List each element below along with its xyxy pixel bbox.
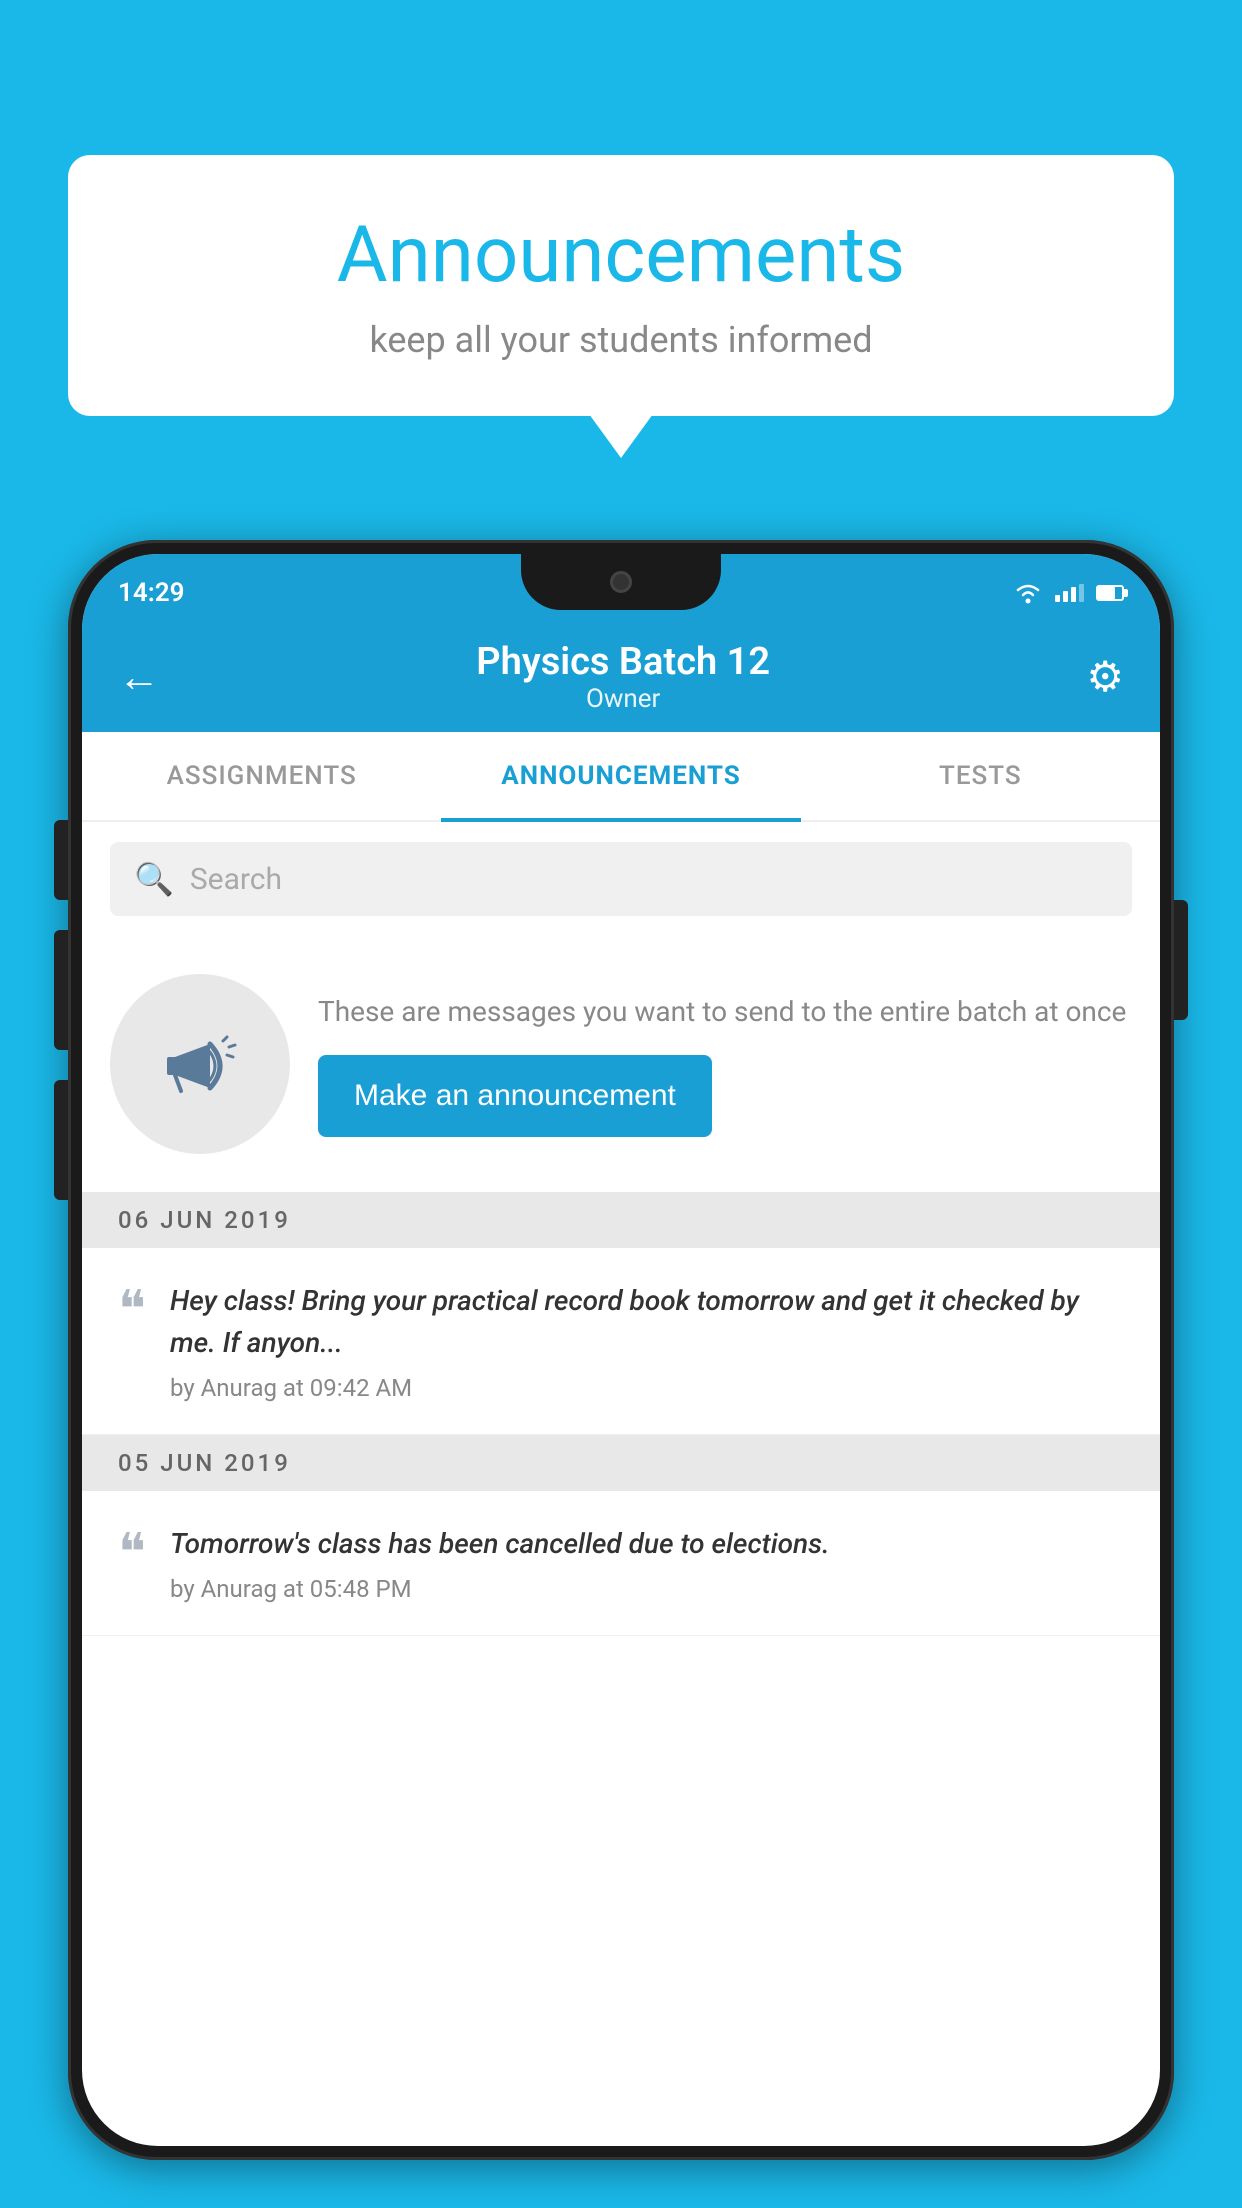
announcement-content-2: Tomorrow's class has been cancelled due …: [170, 1523, 1124, 1603]
promo-right: These are messages you want to send to t…: [318, 991, 1132, 1137]
search-placeholder: Search: [190, 862, 282, 897]
tab-assignments[interactable]: ASSIGNMENTS: [82, 732, 441, 820]
volume-up-button: [54, 820, 68, 900]
status-time: 14:29: [118, 578, 185, 608]
tab-announcements[interactable]: ANNOUNCEMENTS: [441, 732, 800, 820]
announcement-content-1: Hey class! Bring your practical record b…: [170, 1280, 1124, 1402]
announcement-item-2[interactable]: ❝ Tomorrow's class has been cancelled du…: [82, 1491, 1160, 1636]
volume-down-button: [54, 930, 68, 1050]
tabs-bar: ASSIGNMENTS ANNOUNCEMENTS TESTS: [82, 732, 1160, 822]
battery-icon: [1096, 585, 1124, 601]
back-button[interactable]: ←: [118, 653, 160, 702]
power-button: [1174, 900, 1188, 1020]
front-camera: [610, 571, 632, 593]
announcement-item-1[interactable]: ❝ Hey class! Bring your practical record…: [82, 1248, 1160, 1435]
scrollable-content: 🔍 Search: [82, 822, 1160, 2146]
promo-text: These are messages you want to send to t…: [318, 991, 1132, 1033]
signal-icon: [1055, 584, 1084, 602]
megaphone-icon: [155, 1019, 245, 1109]
phone-outer: 14:29: [68, 540, 1174, 2160]
announcement-text-1: Hey class! Bring your practical record b…: [170, 1280, 1124, 1364]
promo-icon-circle: [110, 974, 290, 1154]
search-container: 🔍 Search: [82, 822, 1160, 936]
announcement-meta-2: by Anurag at 05:48 PM: [170, 1575, 1124, 1603]
bubble-title: Announcements: [128, 210, 1114, 301]
date-separator-1: 06 JUN 2019: [82, 1192, 1160, 1248]
speech-bubble-container: Announcements keep all your students inf…: [68, 155, 1174, 416]
quote-icon-2: ❝: [118, 1527, 146, 1579]
wifi-icon: [1013, 582, 1043, 604]
search-icon: 🔍: [134, 860, 174, 898]
header-center: Physics Batch 12 Owner: [476, 640, 770, 714]
bubble-subtitle: keep all your students informed: [128, 319, 1114, 361]
announcement-meta-1: by Anurag at 09:42 AM: [170, 1374, 1124, 1402]
screen-content: 14:29: [82, 554, 1160, 2146]
settings-icon[interactable]: ⚙: [1086, 652, 1124, 702]
silent-button: [54, 1080, 68, 1200]
status-icons: [1013, 582, 1124, 604]
make-announcement-button[interactable]: Make an announcement: [318, 1055, 712, 1137]
phone-screen: 14:29: [82, 554, 1160, 2146]
header-title: Physics Batch 12: [476, 640, 770, 684]
announcement-text-2: Tomorrow's class has been cancelled due …: [170, 1523, 1124, 1565]
date-separator-2: 05 JUN 2019: [82, 1435, 1160, 1491]
announcement-promo: These are messages you want to send to t…: [82, 938, 1160, 1190]
quote-icon-1: ❝: [118, 1284, 146, 1336]
notch: [521, 554, 721, 610]
search-box[interactable]: 🔍 Search: [110, 842, 1132, 916]
phone-container: 14:29: [68, 540, 1174, 2160]
app-header: ← Physics Batch 12 Owner ⚙: [82, 622, 1160, 732]
speech-bubble: Announcements keep all your students inf…: [68, 155, 1174, 416]
tab-tests[interactable]: TESTS: [801, 732, 1160, 820]
header-subtitle: Owner: [476, 684, 770, 714]
